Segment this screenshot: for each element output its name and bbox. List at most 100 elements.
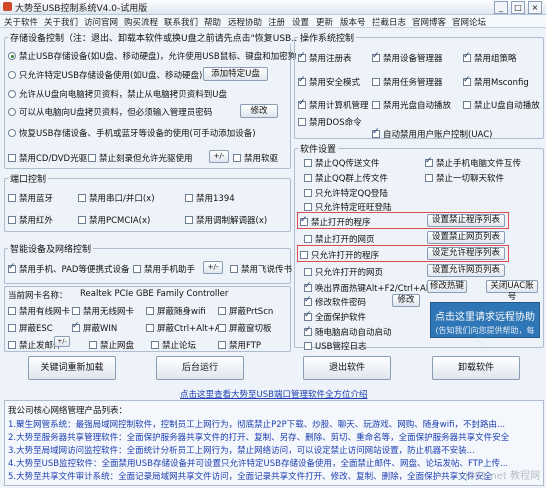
storage-option-3[interactable]: 允许从U盘向电脑拷贝资料，禁止从电脑拷贝资料到U盘 [8, 88, 227, 100]
autostart-checkbox[interactable]: 随电脑启动自动启动 [304, 325, 392, 338]
storage-option-1[interactable]: 禁止USB存储设备(如U盘、移动硬盘)，允许使用USB鼠标、键盘和加密狗 [8, 50, 296, 62]
checkbox[interactable] [185, 216, 193, 224]
checkbox[interactable] [78, 194, 86, 202]
product-intro-link[interactable]: 点击这里查看大势至USB端口管理软件全方位介绍 [180, 388, 367, 400]
menu-forum[interactable]: 官网论坛 [452, 16, 486, 28]
checkbox[interactable] [8, 307, 16, 315]
block-netdisk-checkbox[interactable]: 禁止网盘 [89, 339, 134, 351]
allow-webpages-checkbox[interactable]: 只允许打开的网页 [304, 266, 383, 278]
disable-msconfig-checkbox[interactable]: 禁用Msconfig [463, 75, 529, 88]
checkbox[interactable] [218, 341, 226, 349]
block-win-checkbox[interactable]: 屏蔽WIN [72, 321, 117, 334]
product-line-5[interactable]: 5.大势至共享文件审计系统：全面记录局域网共享文件访问，全面记录共享文件打开、修… [8, 470, 492, 482]
block-chat-software-checkbox[interactable]: 禁止一切聊天软件 [425, 172, 504, 184]
block-prtscn-checkbox[interactable]: 屏蔽PrtScn [218, 305, 273, 317]
hotkey-checkbox[interactable]: 唤出界面热键Alt+F2/Ctrl+Alt+Z [304, 281, 445, 294]
checkbox[interactable] [463, 101, 471, 109]
checkbox[interactable] [463, 51, 471, 62]
checkbox[interactable] [463, 75, 471, 86]
disable-pcmcia-checkbox[interactable]: 禁用PCMCIA(x) [78, 214, 150, 226]
checkbox[interactable] [8, 216, 16, 224]
checkbox[interactable] [304, 281, 312, 292]
checkbox[interactable] [185, 194, 193, 202]
disable-cd-autoplay-checkbox[interactable]: 禁用光盘自动播放 [372, 99, 451, 111]
usb-log-checkbox[interactable]: USB管控日志 [304, 340, 366, 352]
modify-password-checkbox[interactable]: 修改软件密码 [304, 295, 366, 308]
checkbox[interactable] [8, 194, 16, 202]
run-background-button[interactable]: 后台运行 [156, 356, 244, 380]
disable-wired-nic-checkbox[interactable]: 禁用有线网卡 [8, 305, 70, 317]
checkbox[interactable] [304, 235, 312, 243]
set-block-webpages-button[interactable]: 设置禁止网页列表 [427, 231, 505, 244]
close-uac-button[interactable]: 关闭UAC账号 [486, 280, 538, 302]
modify-password-button[interactable]: 修改 [240, 104, 278, 118]
block-qq-group-upload-checkbox[interactable]: 禁止QQ群上传文件 [304, 172, 388, 184]
checkbox[interactable] [298, 75, 306, 86]
radio-button[interactable] [8, 52, 16, 60]
block-programs-checkbox[interactable]: 禁止打开的程序 [300, 215, 371, 228]
disable-device-manager-checkbox[interactable]: 禁用设备管理器 [372, 51, 443, 64]
menu-purchase[interactable]: 购买流程 [124, 16, 158, 28]
disable-dos-checkbox[interactable]: 禁用DOS命令 [298, 116, 362, 128]
disable-computer-management-checkbox[interactable]: 禁用计算机管理 [298, 98, 369, 111]
allow-specific-qq-checkbox[interactable]: 只允许特定QQ登陆 [304, 187, 388, 199]
full-protection-checkbox[interactable]: 全面保护软件 [304, 310, 366, 323]
menu-update[interactable]: 更新 [316, 16, 333, 28]
set-block-programs-button[interactable]: 设置禁止程序列表 [427, 214, 505, 227]
product-line-2[interactable]: 2.大势至服务器共享管理软件：全面保护服务器共享文件的打开、复制、另存、删除、剪… [8, 431, 509, 443]
block-clipboard-checkbox[interactable]: 屏蔽窗切板 [218, 322, 272, 334]
disable-modem-checkbox[interactable]: 禁用调制解调器(x) [185, 214, 267, 226]
menu-blog[interactable]: 官网博客 [412, 16, 446, 28]
checkbox[interactable] [133, 265, 141, 273]
checkbox[interactable] [8, 262, 16, 273]
checkbox[interactable] [298, 51, 306, 62]
checkbox[interactable] [298, 118, 306, 126]
checkbox[interactable] [372, 127, 380, 138]
disable-feishuo-checkbox[interactable]: 禁用飞说传书 [230, 263, 292, 275]
cd-plusminus-button[interactable]: +/- [209, 150, 229, 163]
menu-contact[interactable]: 联系我们 [164, 16, 198, 28]
storage-option-4[interactable]: 可以从电脑向U盘拷贝资料，但必须输入管理员密码 [8, 106, 212, 118]
exit-software-button[interactable]: 退出软件 [303, 356, 391, 380]
checkbox[interactable] [8, 154, 16, 162]
remote-assist-button[interactable]: 点击这里请求远程协助 (告知我们向您提供帮助，每天！) [430, 302, 540, 346]
checkbox[interactable] [372, 101, 380, 109]
storage-option-5[interactable]: 恢复USB存储设备、手机或蓝牙等设备的使用(可手动添加设备) [8, 127, 256, 139]
radio-button[interactable] [8, 90, 16, 98]
block-ctrl-alt-a-checkbox[interactable]: 屏蔽Ctrl+Alt+A [146, 322, 221, 334]
checkbox[interactable] [304, 189, 312, 197]
block-webpages-checkbox[interactable]: 禁止打开的网页 [304, 233, 375, 245]
checkbox[interactable] [230, 265, 238, 273]
checkbox[interactable] [304, 203, 312, 211]
checkbox[interactable] [425, 174, 433, 182]
checkbox[interactable] [146, 324, 154, 332]
checkbox[interactable] [88, 154, 96, 162]
maximize-button[interactable]: □ [511, 1, 525, 14]
disable-task-manager-checkbox[interactable]: 禁用任务管理器 [372, 76, 443, 88]
block-esc-checkbox[interactable]: 屏蔽ESC [8, 322, 53, 334]
checkbox[interactable] [146, 307, 154, 315]
menu-website[interactable]: 访问官网 [84, 16, 118, 28]
disable-safe-mode-checkbox[interactable]: 禁用安全模式 [298, 75, 360, 88]
checkbox[interactable] [304, 310, 312, 321]
block-forum-checkbox[interactable]: 禁止论坛 [151, 339, 196, 351]
product-line-4[interactable]: 4.大势至USB监控软件：全面禁用USB存储设备并可设置只允许特定USB存储设备… [8, 457, 508, 469]
checkbox[interactable] [304, 325, 312, 336]
checkbox[interactable] [151, 341, 159, 349]
checkbox[interactable] [218, 307, 226, 315]
disable-group-policy-checkbox[interactable]: 禁用组策略 [463, 51, 517, 64]
radio-button[interactable] [8, 71, 16, 79]
checkbox[interactable] [72, 321, 80, 332]
disable-uac-checkbox[interactable]: 自动禁用用户账户控制(UAC) [372, 127, 492, 140]
disable-cd-checkbox[interactable]: 禁用CD/DVD光驱 [8, 152, 87, 164]
product-line-1[interactable]: 1.聚生网管系统：最强局域网控制软件，控制员工上网行为，彻底禁止P2P下载、炒股… [8, 418, 505, 430]
radio-button[interactable] [8, 108, 16, 116]
uninstall-software-button[interactable]: 卸载软件 [432, 356, 520, 380]
disable-floppy-checkbox[interactable]: 禁用软驱 [233, 152, 278, 164]
close-button[interactable]: × [528, 1, 542, 14]
menu-register[interactable]: 注册 [268, 16, 285, 28]
set-allow-programs-button[interactable]: 设定允许程序列表 [427, 247, 505, 260]
checkbox[interactable] [72, 307, 80, 315]
checkbox[interactable] [304, 174, 312, 182]
menu-remote[interactable]: 远程协助 [228, 16, 262, 28]
